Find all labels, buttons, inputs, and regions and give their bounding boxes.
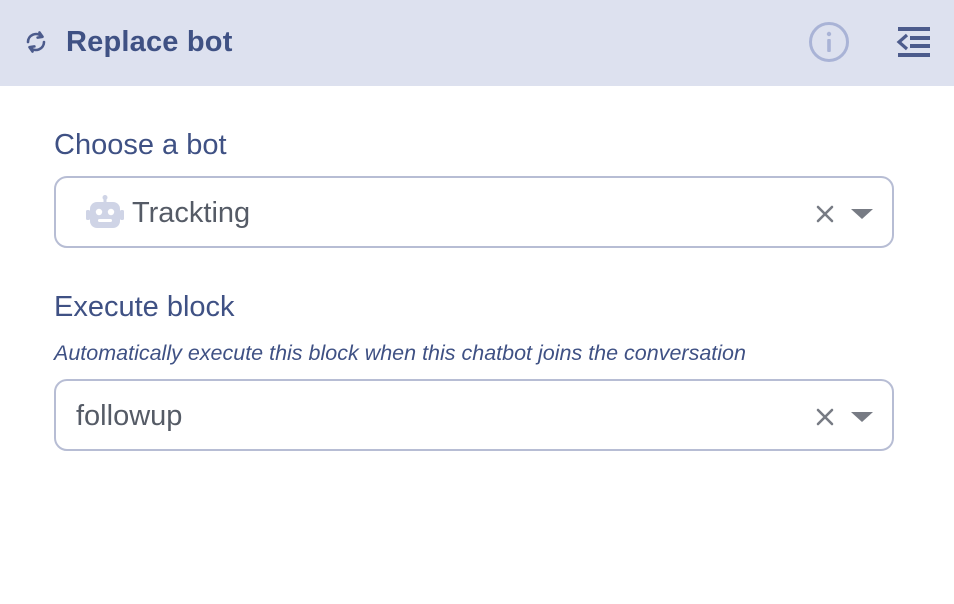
close-icon[interactable] — [814, 406, 836, 428]
block-select-value: followup — [76, 400, 183, 432]
execute-block-hint: Automatically execute this block when th… — [54, 341, 746, 365]
info-circle-icon[interactable] — [808, 21, 850, 63]
replace-bot-panel: Replace bot Choose a bot Trackting Execu… — [0, 0, 954, 604]
bot-select-value: Trackting — [132, 197, 251, 229]
collapse-panel-icon[interactable] — [896, 24, 932, 60]
choose-bot-label: Choose a bot — [54, 129, 227, 161]
block-select[interactable]: followup — [54, 379, 894, 451]
execute-block-label: Execute block — [54, 291, 235, 323]
panel-title: Replace bot — [66, 26, 233, 58]
close-icon[interactable] — [814, 203, 836, 225]
caret-down-icon[interactable] — [849, 206, 875, 222]
robot-icon — [86, 195, 124, 228]
caret-down-icon[interactable] — [849, 409, 875, 425]
bot-select[interactable]: Trackting — [54, 176, 894, 248]
panel-header: Replace bot — [0, 0, 954, 86]
refresh-icon[interactable] — [22, 28, 50, 56]
